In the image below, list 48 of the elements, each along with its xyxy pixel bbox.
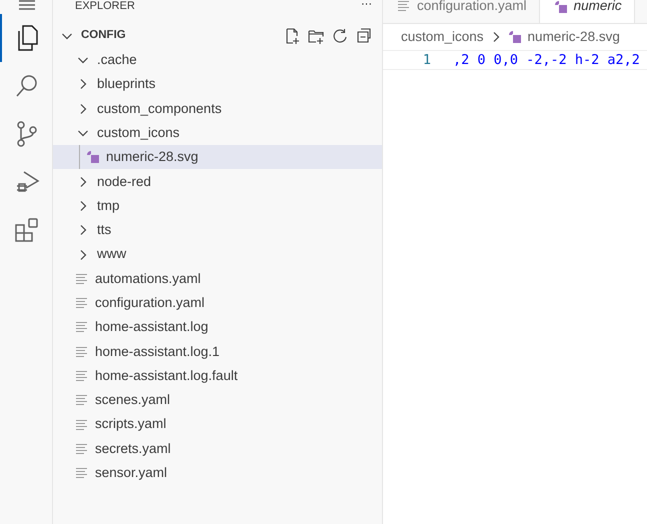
tree-item[interactable]: custom_icons <box>53 120 382 146</box>
tree-item[interactable]: custom_components <box>53 96 382 121</box>
tree-item[interactable]: home-assistant.log <box>53 315 382 340</box>
new-file-icon[interactable] <box>284 28 300 44</box>
tree-item[interactable]: automations.yaml <box>53 266 382 291</box>
text-file-icon <box>75 272 89 285</box>
text-file-icon <box>75 394 89 406</box>
tree-item[interactable]: scripts.yaml <box>53 412 382 437</box>
tree-item[interactable]: numeric-28.svg <box>53 145 382 170</box>
tree-item[interactable]: .cache <box>53 48 382 72</box>
line-number: 1 <box>422 50 432 70</box>
text-file-icon <box>75 467 89 480</box>
extensions-icon[interactable] <box>14 217 40 243</box>
collapse-all-icon[interactable] <box>356 28 372 44</box>
svg-file-icon <box>554 0 568 14</box>
tree-item[interactable]: blueprints <box>53 72 382 97</box>
text-file-icon <box>75 370 89 382</box>
tree-item[interactable]: configuration.yaml <box>53 290 382 316</box>
tree-item[interactable]: secrets.yaml <box>53 436 382 462</box>
tree-item[interactable]: tmp <box>53 194 382 218</box>
editor-tab[interactable]: numeric <box>540 0 635 23</box>
branch-icon[interactable] <box>16 121 38 147</box>
svg-file-icon <box>508 30 522 44</box>
code-line: ,2 0 0,0 -2,-2 h-2 a2,2 <box>453 50 640 70</box>
new-folder-icon[interactable] <box>308 28 324 44</box>
text-file-icon <box>75 321 89 334</box>
explorer-title: EXPLORER <box>75 0 135 12</box>
breadcrumb-item[interactable]: custom_icons <box>401 26 484 48</box>
text-file-icon <box>75 442 89 455</box>
tree-item[interactable]: www <box>53 242 382 267</box>
tree-item[interactable]: scenes.yaml <box>53 388 382 412</box>
menu-icon[interactable] <box>17 0 37 10</box>
tree-item[interactable]: node-red <box>53 169 382 194</box>
text-file-icon <box>75 346 89 358</box>
tree-item[interactable]: home-assistant.log.fault <box>53 364 382 388</box>
text-file-icon <box>75 297 89 310</box>
refresh-icon[interactable] <box>332 28 348 44</box>
text-file-icon <box>75 418 89 431</box>
more-actions-button[interactable]: ··· <box>361 0 372 8</box>
tree-item[interactable]: tts <box>53 218 382 242</box>
tree-item[interactable]: sensor.yaml <box>53 461 382 486</box>
breadcrumb-item[interactable]: numeric-28.svg <box>508 26 620 48</box>
svg-file-icon <box>86 150 100 164</box>
tree-item[interactable]: home-assistant.log.1 <box>53 340 382 364</box>
text-file-icon <box>397 0 411 12</box>
run-debug-icon[interactable] <box>14 169 40 195</box>
search-icon[interactable] <box>15 74 39 98</box>
section-title: CONFIG <box>81 28 126 44</box>
